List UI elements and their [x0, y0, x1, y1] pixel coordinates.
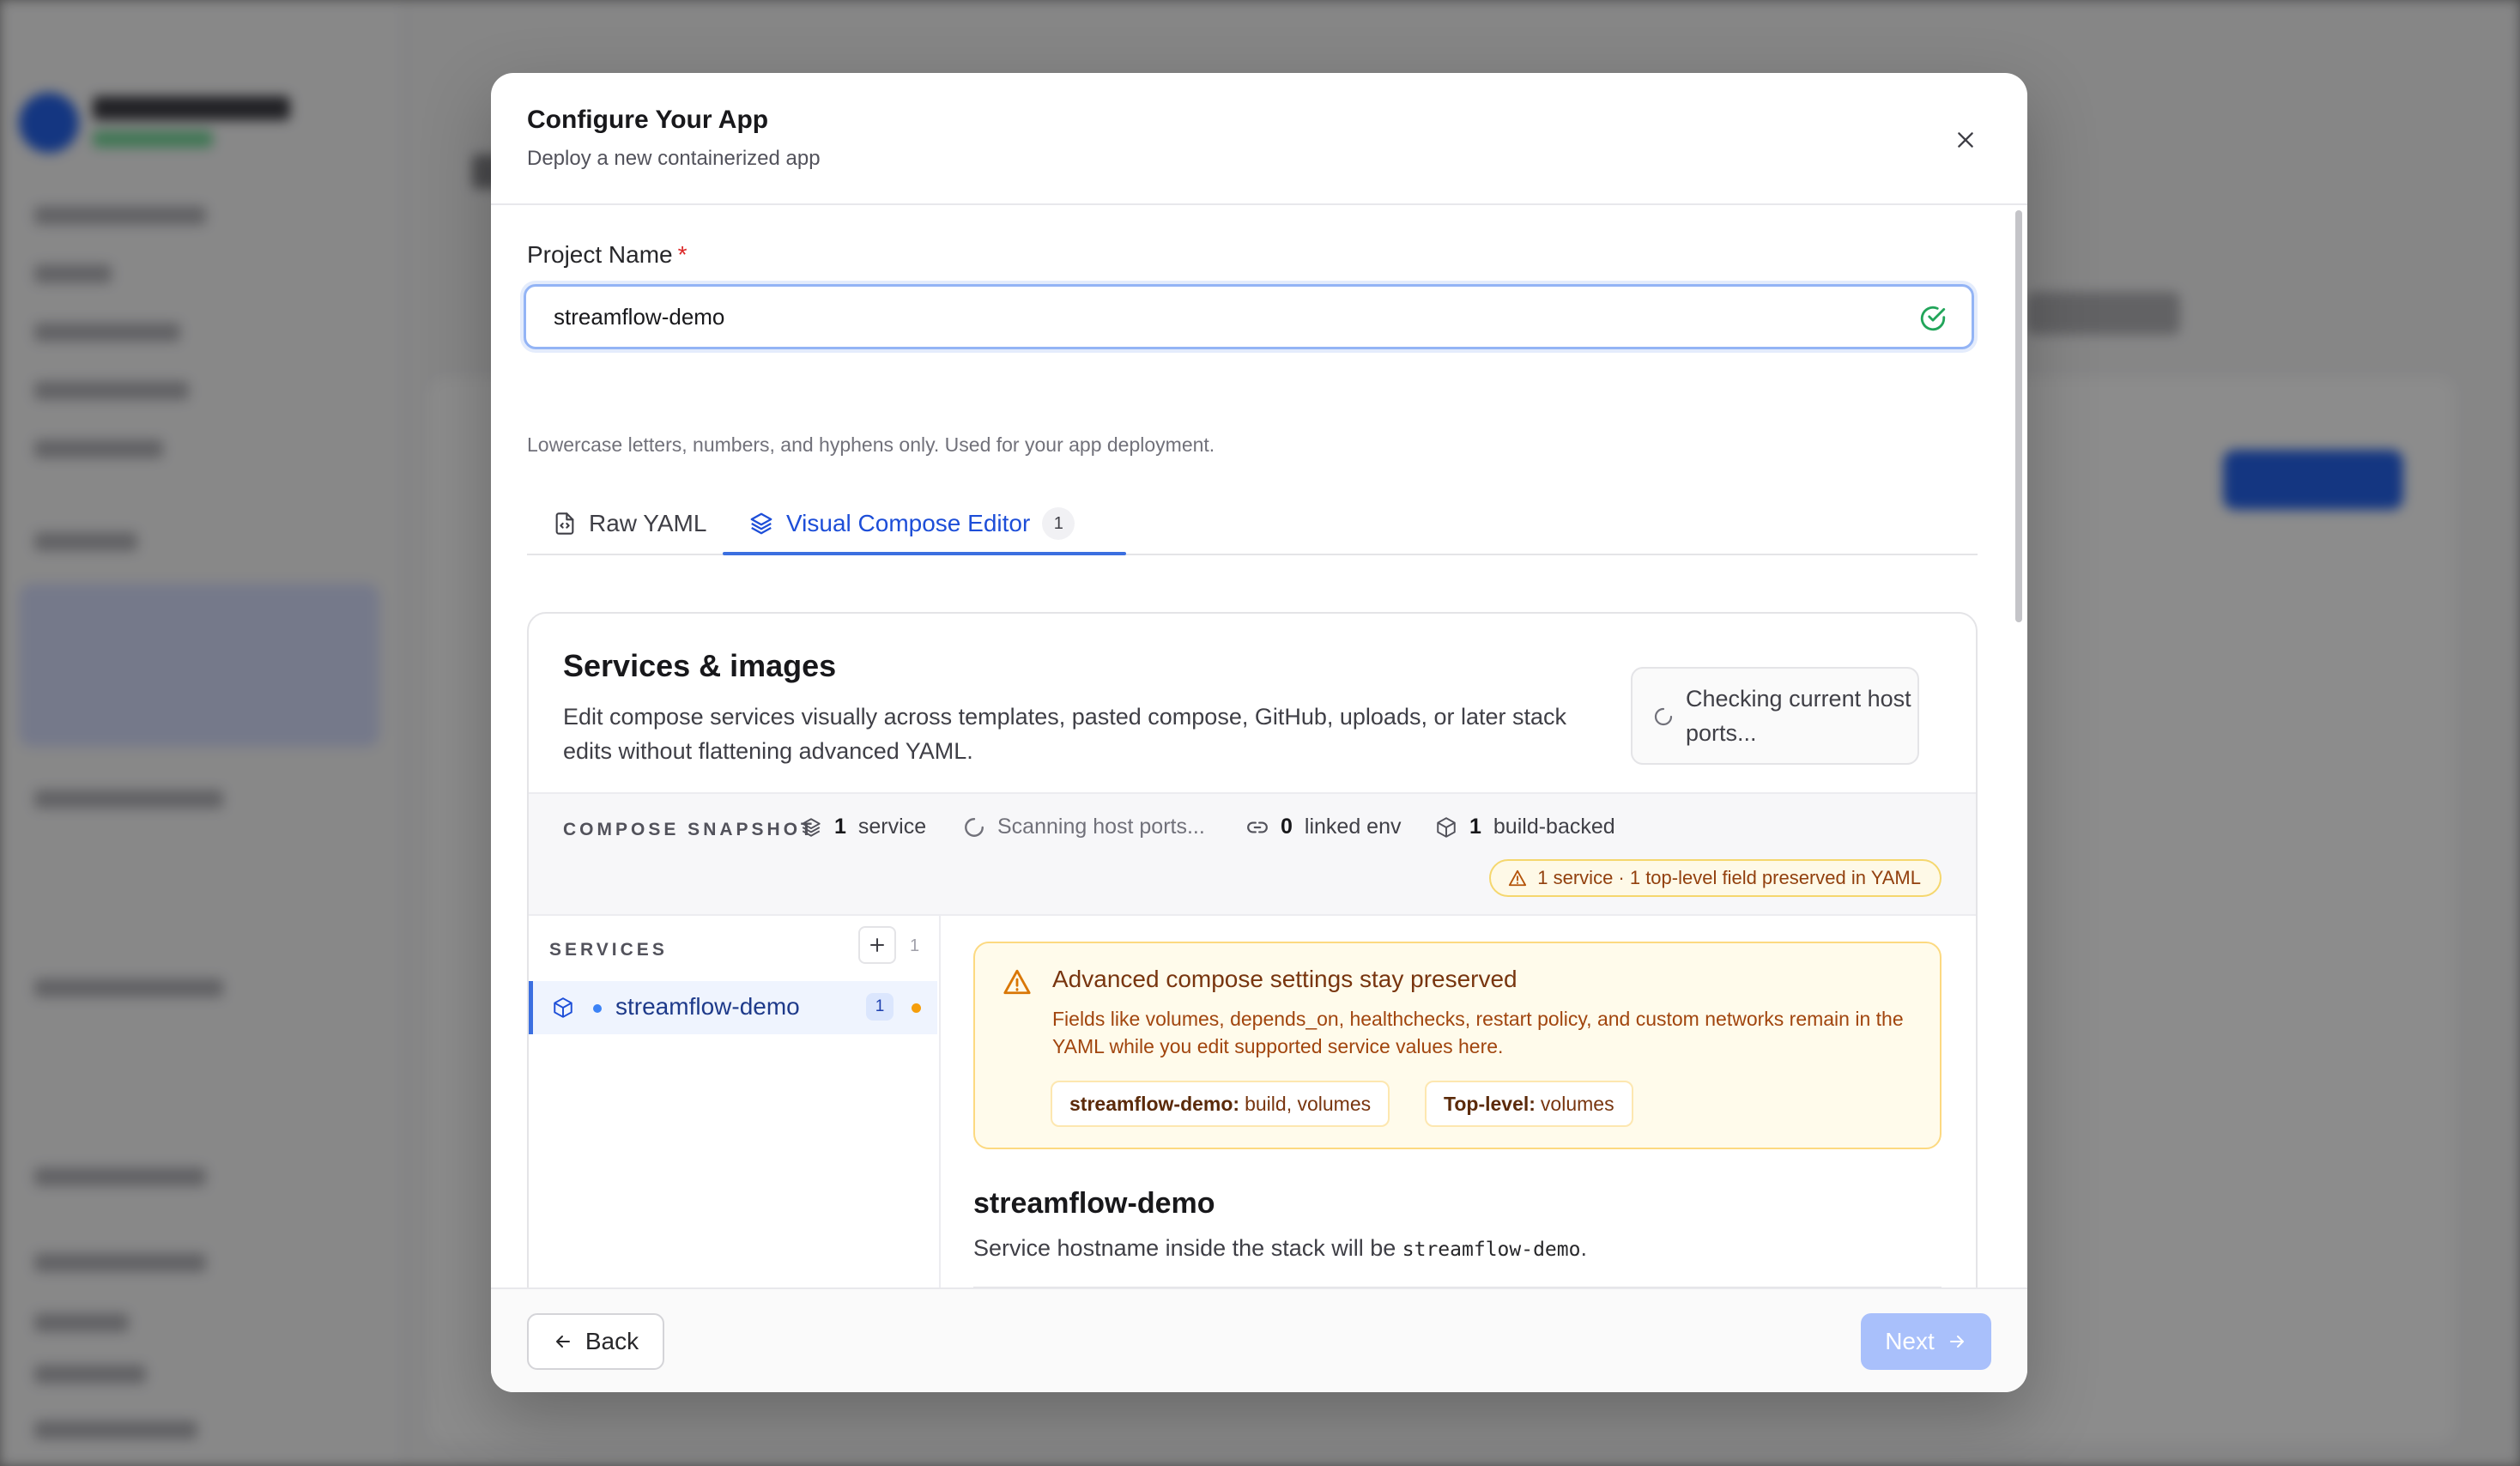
tab-raw-yaml-label: Raw YAML [589, 510, 707, 536]
tab-raw-yaml[interactable]: Raw YAML [553, 495, 706, 552]
layers-icon [750, 512, 772, 535]
preserved-chip-service: streamflow-demo: build, volumes [1051, 1081, 1390, 1127]
service-badge: 1 [866, 993, 894, 1021]
scanning-text: Scanning host ports... [997, 815, 1205, 839]
tab-visual-compose-editor[interactable]: Visual Compose Editor 1 [748, 495, 1075, 552]
loader-icon [965, 817, 984, 837]
preserved-chip-top-level: Top-level: volumes [1425, 1081, 1633, 1127]
next-button-label: Next [1885, 1328, 1935, 1354]
scrollbar[interactable] [2015, 210, 2022, 622]
service-list-item[interactable]: streamflow-demo 1 [529, 981, 937, 1034]
active-tab-indicator [723, 552, 1126, 555]
modal-body[interactable]: Project Name* Lowercase letters, numbers… [491, 205, 2027, 1289]
snapshot-services: 1 service [800, 815, 926, 839]
status-dot [593, 1004, 602, 1013]
project-name-helper: Lowercase letters, numbers, and hyphens … [527, 433, 1215, 456]
chip-value: volumes [1540, 1092, 1614, 1115]
advanced-notice-title: Advanced compose settings stay preserved [1052, 966, 1517, 992]
service-count: 1 [834, 815, 846, 839]
back-button-label: Back [585, 1328, 639, 1354]
services-card-description: Edit compose services visually across te… [563, 704, 1567, 764]
editor-tabs: Raw YAML Visual Compose Editor 1 [527, 495, 1978, 555]
host-port-status: Checking current host ports... [1631, 667, 1919, 765]
hostname-code: streamflow-demo [1402, 1239, 1581, 1261]
warning-icon [1509, 869, 1527, 887]
service-count-label: service [857, 815, 927, 839]
services-list-panel: SERVICES 1 streamflow-demo 1 [529, 914, 941, 1289]
services-count: 1 [910, 936, 920, 955]
package-icon [1437, 816, 1456, 838]
service-name: streamflow-demo [615, 993, 800, 1020]
snapshot-linked-env: 0 linked env [1246, 815, 1401, 839]
build-label: build-backed [1493, 815, 1615, 839]
chip-key: Top-level: [1444, 1092, 1536, 1115]
loader-icon [1654, 707, 1673, 726]
tab-visual-compose-editor-label: Visual Compose Editor [786, 510, 1031, 536]
check-circle-icon [1920, 306, 1946, 331]
snapshot-scanning: Scanning host ports... [963, 815, 1205, 839]
close-button[interactable] [1948, 123, 1983, 157]
arrow-right-icon [1949, 1336, 1964, 1348]
build-count: 1 [1469, 815, 1481, 839]
service-hostname-hint: Service hostname inside the stack will b… [973, 1235, 1587, 1262]
advanced-notice-description: Fields like volumes, depends_on, healthc… [1052, 1008, 1904, 1057]
chip-key: streamflow-demo: [1069, 1092, 1240, 1115]
configure-app-modal: Configure Your App Deploy a new containe… [491, 73, 2027, 1392]
services-card-title: Services & images [563, 648, 837, 683]
snapshot-build-backed: 1 build-backed [1435, 815, 1615, 839]
modal-title: Configure Your App [527, 106, 769, 134]
close-icon [1958, 132, 1973, 148]
warning-icon [1003, 969, 1031, 995]
service-detail-panel: Advanced compose settings stay preserved… [939, 914, 1976, 1289]
modal-subtitle: Deploy a new containerized app [527, 147, 821, 170]
required-mark: * [677, 241, 688, 268]
services-images-card: Services & images Edit compose services … [527, 612, 1978, 1289]
package-icon [554, 997, 572, 1018]
services-label: SERVICES [549, 940, 668, 960]
preserved-fields-badge: 1 service · 1 top-level field preserved … [1489, 859, 1941, 897]
project-name-label-text: Project Name [527, 241, 673, 268]
linked-env-count: 0 [1281, 815, 1293, 839]
layers-icon [802, 817, 821, 837]
service-detail-title: streamflow-demo [973, 1187, 1215, 1220]
modal-footer: Back Next [491, 1287, 2027, 1392]
chip-value: build, volumes [1245, 1092, 1372, 1115]
host-port-status-text: Checking current host ports... [1686, 686, 1911, 746]
add-service-button[interactable] [858, 926, 896, 964]
hostname-hint-suffix: . [1580, 1235, 1587, 1261]
project-name-field [524, 284, 1974, 349]
hostname-hint-prefix: Service hostname inside the stack will b… [973, 1235, 1396, 1261]
link-icon [1247, 821, 1268, 833]
modal-header: Configure Your App Deploy a new containe… [491, 73, 2027, 205]
plus-icon [870, 938, 884, 952]
project-name-input[interactable] [526, 302, 1972, 331]
snapshot-label: COMPOSE SNAPSHOT [563, 820, 815, 839]
next-button[interactable]: Next [1861, 1313, 1991, 1370]
tab-badge: 1 [1042, 507, 1075, 540]
advanced-settings-notice: Advanced compose settings stay preserved… [973, 942, 1941, 1149]
back-button[interactable]: Back [527, 1313, 664, 1370]
warning-dot [912, 1003, 921, 1013]
linked-env-label: linked env [1304, 815, 1402, 839]
project-name-label: Project Name * [527, 241, 688, 269]
arrow-left-icon [555, 1336, 570, 1348]
preserved-fields-text: 1 service · 1 top-level field preserved … [1537, 867, 1921, 888]
compose-snapshot: COMPOSE SNAPSHOT 1 service Scanning host… [529, 792, 1976, 916]
file-code-icon [555, 512, 574, 535]
